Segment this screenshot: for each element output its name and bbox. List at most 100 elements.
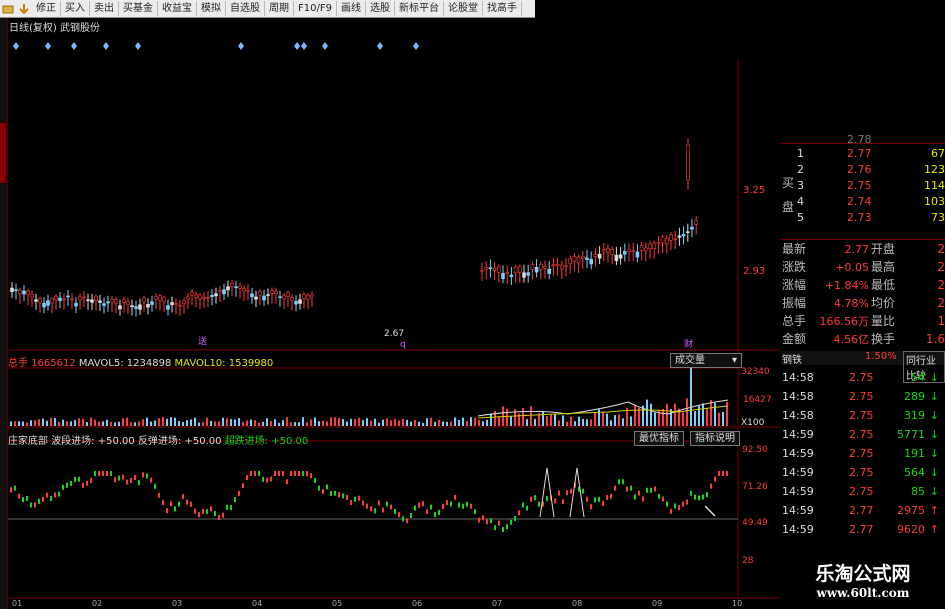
toolbar-item[interactable]: 自选股 [226, 1, 265, 16]
volume-bar [270, 420, 272, 426]
volume-bar [74, 420, 76, 426]
tick-volume: 319 [904, 409, 925, 422]
indicator-bar [38, 498, 40, 504]
folder-icon[interactable] [2, 3, 14, 15]
stat-value-2: 2 [937, 278, 945, 292]
candle-body [250, 293, 254, 298]
candle-body [648, 243, 652, 249]
volume-bar [546, 416, 548, 426]
indicator-bar [418, 502, 420, 508]
indicator-bar [54, 492, 56, 498]
bid-volume: 73 [931, 211, 945, 224]
indicator-explain-button[interactable]: 指标说明 [690, 431, 740, 446]
volume-bar [190, 419, 192, 426]
bid-row[interactable]: 4 2.74 103 [781, 194, 945, 209]
indicator-bar [366, 503, 368, 509]
candle-body [174, 303, 178, 306]
volume-bar [422, 422, 424, 426]
indicator-bar [486, 519, 488, 525]
indicator-bar [242, 483, 244, 489]
indicator-bar [126, 479, 128, 485]
toolbar-item[interactable]: F10/F9 [294, 1, 337, 16]
toolbar-item[interactable]: 模拟 [197, 1, 226, 16]
indicator-bar [462, 503, 464, 509]
toolbar-item[interactable]: 卖出 [90, 1, 119, 16]
volume-bar [506, 408, 508, 426]
candle-body [190, 292, 194, 296]
arrow-down-icon[interactable] [18, 3, 30, 15]
bid-row[interactable]: 5 2.73 73 [781, 210, 945, 225]
candle-body [158, 295, 162, 301]
marker-right: 财 [684, 338, 693, 350]
indicator-bar [10, 487, 12, 493]
candle-body [614, 254, 619, 261]
candle-body [484, 267, 489, 270]
indicator-bar [246, 474, 248, 480]
low-price-label: 2.67 [384, 329, 404, 339]
volume-bar [110, 421, 112, 426]
candle-body [635, 251, 640, 258]
volume-bar [122, 418, 124, 426]
toolbar-item[interactable]: 买入 [61, 1, 90, 16]
volume-bar [46, 420, 48, 426]
toolbar-item[interactable]: 画线 [337, 1, 366, 16]
toolbar-item[interactable]: 收益宝 [158, 1, 197, 16]
toolbar-item[interactable]: 周期 [265, 1, 294, 16]
indicator-bar [582, 488, 584, 494]
indicator-bar [714, 476, 716, 482]
indicator-bar [50, 495, 52, 501]
toolbar-item[interactable]: 买基金 [119, 1, 158, 16]
indicator-type-dropdown[interactable]: 成交量 ▾ [670, 353, 742, 368]
tick-time: 14:58 [782, 409, 814, 422]
best-indicator-button[interactable]: 最优指标 [634, 431, 684, 446]
toolbar-item[interactable]: 选股 [366, 1, 395, 16]
tick-row: 14:59 2.77 2975 ↑ [781, 503, 945, 518]
indicator-bar [530, 496, 532, 502]
indicator-bar [686, 499, 688, 505]
date-tick: 03 [172, 599, 182, 608]
volume-bar [34, 420, 36, 426]
indicator-bar [446, 500, 448, 506]
tick-time: 14:58 [782, 390, 814, 403]
tick-price: 2.75 [849, 428, 874, 441]
indicator-bar [278, 471, 280, 476]
volume-bar [18, 421, 20, 426]
vol-ma10-label: MAVOL10: [174, 358, 226, 369]
volume-header: 总手 1665612 MAVOL5: 1234898 MAVOL10: 1539… [8, 354, 273, 369]
bid-price: 2.77 [847, 147, 872, 160]
volume-bar [278, 422, 280, 426]
tick-row: 14:59 2.75 85 ↓ [781, 484, 945, 499]
left-tab-active[interactable] [0, 123, 6, 183]
volume-bar [334, 417, 336, 426]
bid-row[interactable]: 2 2.76 123 [781, 162, 945, 177]
candle-body [118, 305, 122, 310]
toolbar-item[interactable]: 找高手 [483, 1, 522, 16]
toolbar-item[interactable]: 论股堂 [444, 1, 483, 16]
candle-body [664, 238, 669, 244]
volume-bar [610, 420, 612, 426]
volume-bar [50, 417, 52, 426]
volume-bar [574, 421, 576, 426]
indicator-bar [174, 506, 176, 512]
candle-body [178, 305, 182, 308]
candle-body [585, 257, 589, 260]
bid-row[interactable]: 1 2.77 67 [781, 146, 945, 161]
indicator-bar [614, 485, 616, 491]
sector-row[interactable]: 钢铁 1.50% 同行业比较 [781, 351, 945, 383]
toolbar-item[interactable]: 新标平台 [395, 1, 444, 16]
indicator-bar [254, 471, 256, 476]
candle-body [258, 291, 262, 296]
bid-row[interactable]: 3 2.75 114 [781, 178, 945, 193]
volume-bar [714, 402, 716, 426]
kline-chart-area[interactable]: 3.25 2.93 2.67 送 q 财 32340 16427 X100 92… [8, 30, 780, 609]
indicator-bar [114, 477, 116, 483]
volume-bar [274, 419, 276, 426]
candlestick-series [10, 138, 699, 317]
candle-body [606, 248, 610, 253]
volume-bar [462, 417, 464, 426]
stat-value-2: 2 [937, 242, 945, 256]
candle-body [106, 301, 110, 304]
indicator-bar [718, 471, 720, 476]
toolbar-item[interactable]: 修正 [32, 1, 61, 16]
date-tick: 07 [492, 599, 502, 608]
